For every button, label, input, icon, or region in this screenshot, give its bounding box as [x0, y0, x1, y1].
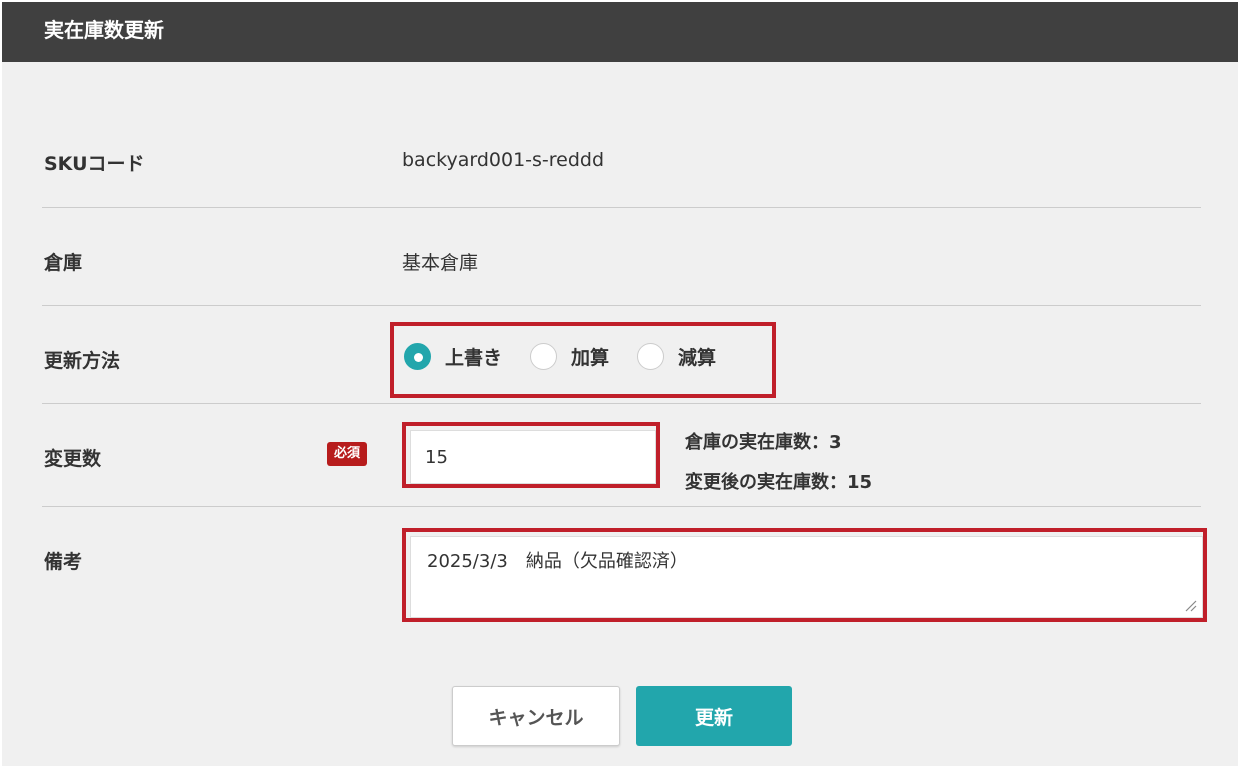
- note-label: 備考: [44, 551, 83, 573]
- quantity-label: 変更数: [44, 448, 102, 470]
- radio-overwrite-circle[interactable]: [404, 343, 431, 370]
- radio-subtract[interactable]: 減算: [637, 343, 716, 370]
- dialog-title: 実在庫数更新: [2, 2, 1238, 62]
- quantity-input[interactable]: [410, 430, 656, 484]
- current-stock-text: 倉庫の実在庫数：3: [685, 432, 842, 453]
- radio-add[interactable]: 加算: [530, 343, 609, 370]
- method-row: 更新方法 上書き 加算 減算: [42, 306, 1201, 404]
- note-highlight-box: 2025/3/3 納品（欠品確認済）: [402, 528, 1207, 622]
- radio-subtract-circle[interactable]: [637, 343, 665, 370]
- method-label: 更新方法: [44, 350, 121, 372]
- note-row: 備考 2025/3/3 納品（欠品確認済）: [42, 507, 1207, 627]
- required-badge: 必須: [327, 442, 368, 466]
- radio-subtract-label: 減算: [678, 347, 717, 369]
- method-highlight-box: 上書き 加算 減算: [390, 322, 776, 398]
- quantity-highlight-box: [402, 422, 660, 488]
- quantity-row: 変更数 必須 倉庫の実在庫数：3 変更後の実在庫数：15: [42, 404, 1201, 507]
- after-stock-text: 変更後の実在庫数：15: [685, 472, 873, 493]
- radio-add-label: 加算: [571, 347, 610, 369]
- cancel-button[interactable]: キャンセル: [452, 686, 620, 746]
- warehouse-label: 倉庫: [44, 252, 83, 274]
- method-radio-group: 上書き 加算 減算: [404, 343, 744, 370]
- radio-add-circle[interactable]: [530, 343, 558, 370]
- sku-label: SKUコード: [44, 153, 145, 175]
- sku-row: SKUコード backyard001-s-reddd: [42, 102, 1201, 208]
- sku-value: backyard001-s-reddd: [402, 149, 605, 171]
- resize-handle-icon[interactable]: [1183, 598, 1197, 612]
- warehouse-row: 倉庫 基本倉庫: [42, 208, 1201, 306]
- radio-overwrite[interactable]: 上書き: [404, 343, 502, 370]
- update-button[interactable]: 更新: [636, 686, 792, 746]
- note-textarea[interactable]: 2025/3/3 納品（欠品確認済）: [410, 536, 1203, 618]
- warehouse-value: 基本倉庫: [402, 252, 479, 274]
- stock-update-dialog: 実在庫数更新 SKUコード backyard001-s-reddd 倉庫 基本倉…: [2, 2, 1238, 766]
- radio-overwrite-label: 上書き: [445, 347, 503, 369]
